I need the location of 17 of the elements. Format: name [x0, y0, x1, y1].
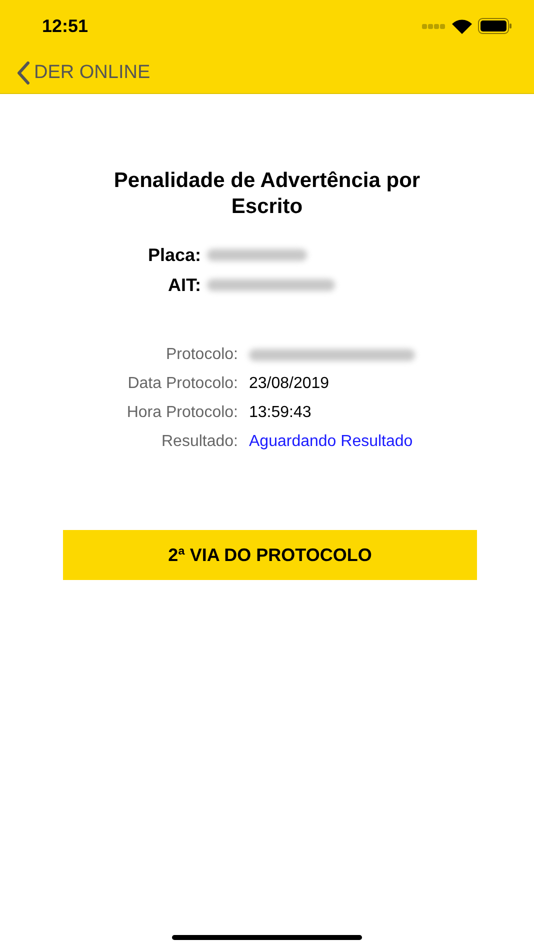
signal-icon	[422, 24, 446, 28]
protocol-copy-button[interactable]: 2ª VIA DO PROTOCOLO	[63, 530, 477, 580]
detail-label: Protocolo:	[164, 345, 238, 365]
back-button[interactable]: DER ONLINE	[16, 60, 150, 84]
status-time: 12:51	[42, 16, 88, 36]
detail-label: Data Protocolo:	[126, 374, 238, 394]
wifi-icon	[452, 18, 472, 34]
field-label: AIT:	[167, 274, 201, 297]
chevron-left-icon	[16, 60, 30, 84]
result-status: Aguardando Resultado	[249, 432, 414, 452]
detail-value: 13:59:43	[249, 403, 312, 423]
detail-value: 23/08/2019	[249, 374, 330, 394]
page-title: Penalidade de Advertência por Escrito	[112, 168, 422, 220]
detail-label: Resultado:	[160, 432, 238, 452]
field-label: Placa:	[146, 244, 201, 267]
detail-label: Hora Protocolo:	[126, 403, 238, 423]
battery-icon	[478, 18, 512, 34]
